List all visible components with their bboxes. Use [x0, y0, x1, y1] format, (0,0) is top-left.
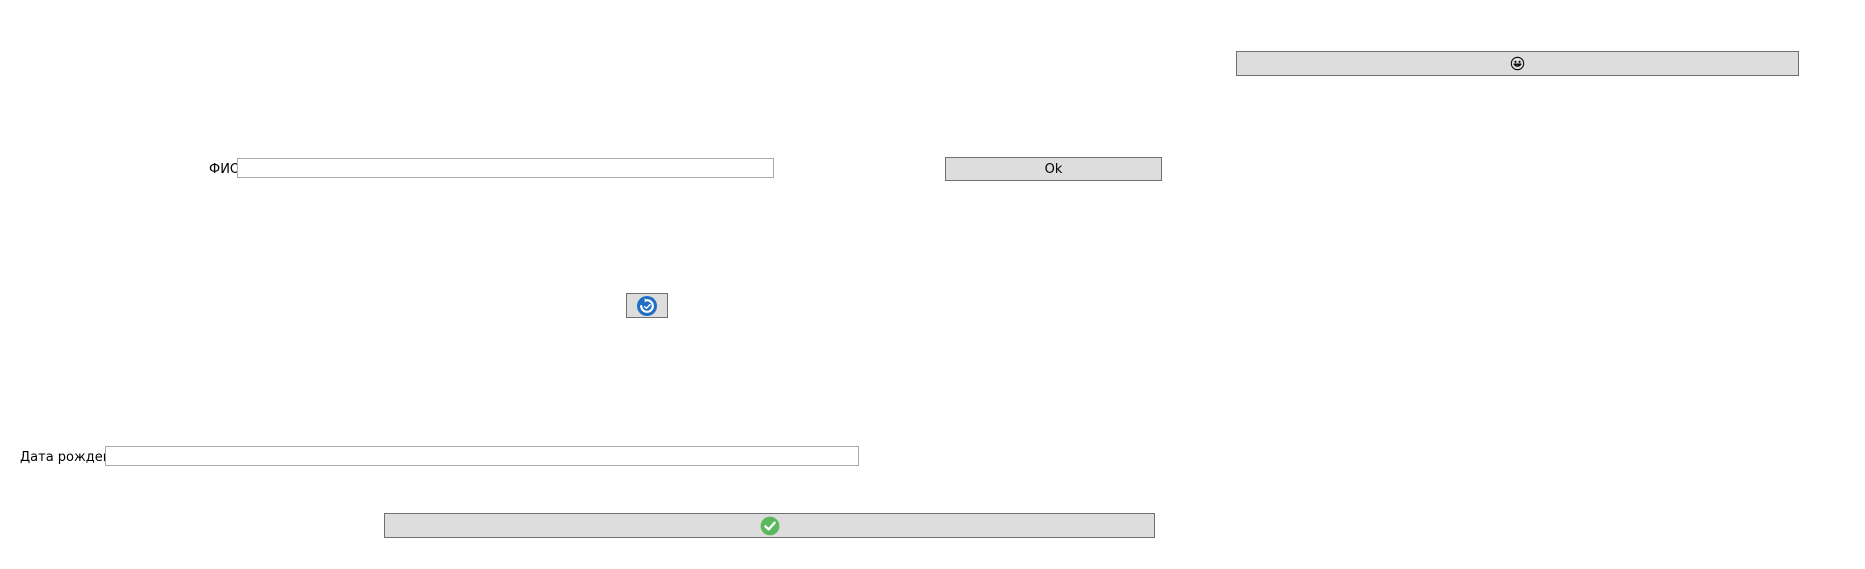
grinning-face-icon — [1510, 56, 1525, 71]
confirm-button[interactable] — [384, 513, 1155, 538]
form-window: ФИО Ok Дата рождения — [0, 0, 1865, 569]
refresh-button[interactable] — [626, 293, 668, 318]
green-check-circle-icon — [760, 516, 780, 536]
birth-date-input[interactable] — [105, 446, 859, 466]
ok-button-label: Ok — [1044, 161, 1063, 177]
full-name-label: ФИО — [209, 162, 241, 177]
blue-circular-refresh-icon — [636, 295, 658, 317]
full-name-input[interactable] — [237, 158, 774, 178]
emoji-button[interactable] — [1236, 51, 1799, 76]
ok-button[interactable]: Ok — [945, 157, 1162, 181]
